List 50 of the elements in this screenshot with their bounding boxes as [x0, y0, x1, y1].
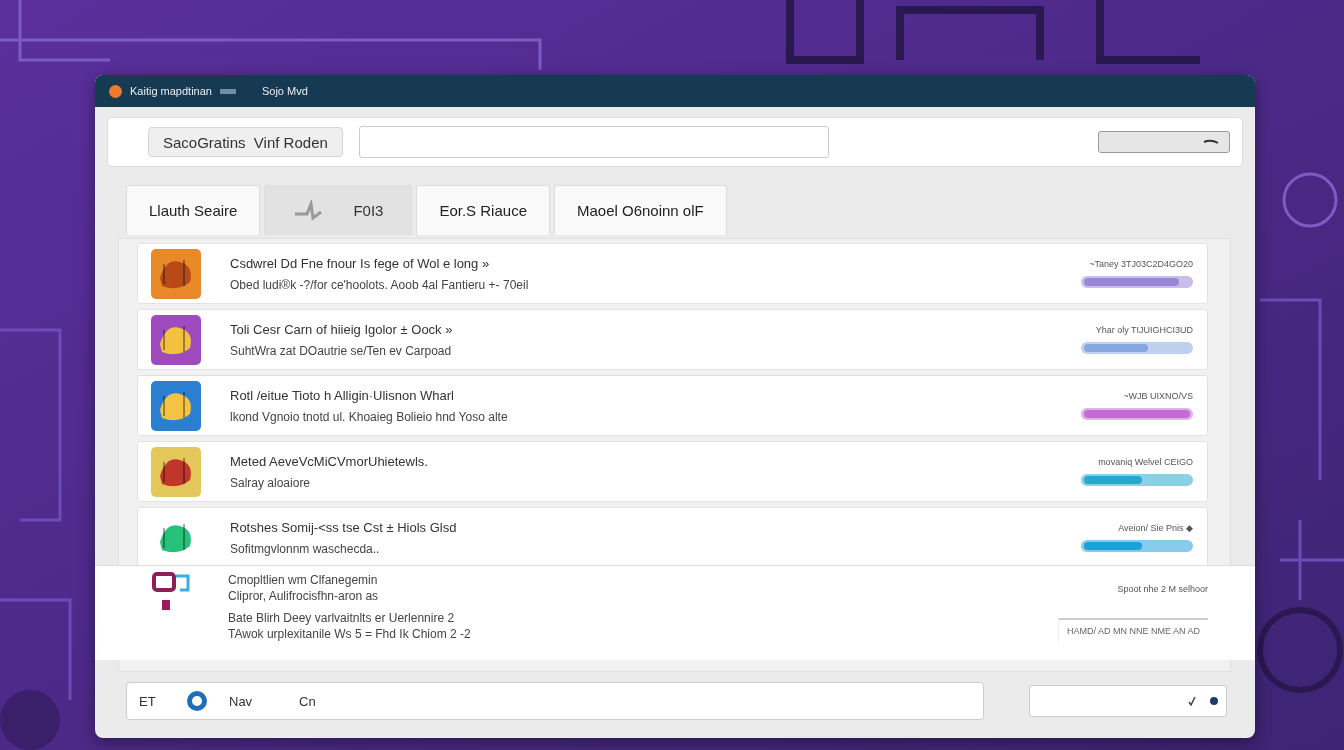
field-label: ET	[139, 693, 157, 709]
item-subtitle: lkond Vgnoio tnotd ul. Khoaieg Bolieio hnd Yoso alte	[230, 409, 509, 424]
status-text: Aveion/ Sie Pnis ◆	[1118, 523, 1193, 533]
item-subtitle: Clipror, Aulifrocisfhn-aron as	[228, 589, 380, 603]
item-subtitle: SuhtWra zat DOautrie se/Ten ev Carpoad	[230, 343, 453, 358]
select-field[interactable]	[1029, 685, 1227, 717]
radio-label[interactable]: Nav	[229, 693, 299, 709]
search-field[interactable]	[358, 126, 829, 158]
app-icon	[150, 247, 202, 300]
status-text: ~Taney 3TJ03C2D4GO20	[1089, 259, 1193, 269]
list-row[interactable]: Meted AeveVcMiCVmorUhietewls. Salray aloaiore movaniq Welvel CEIGO	[137, 441, 1208, 502]
note-text: HAMD/ AD MN NNE NME AN AD	[1058, 618, 1208, 642]
list-row[interactable]: Rotshes Somij-<ss tse Cst ± Hiols Glsd Sofitmgvlonnm waschecda.. Aveion/ Sie Pnis ◆	[137, 507, 1208, 568]
item-subtitle: Obed ludi®k -?/for ce'hoolots. Aoob 4al Fantieru +- 70eil	[230, 277, 530, 292]
tab[interactable]: F0I3	[264, 185, 413, 235]
status-text: movaniq Welvel CEIGO	[1098, 457, 1193, 467]
toolbar-button[interactable]: SacoGratins Vinf Roden	[148, 127, 343, 157]
list-row[interactable]: Toli Cesr Carn of hiieig Igolor ± Oock » SuhtWra zat DOautrie se/Ten ev Carpoad Yhar oly TIJUIGHCI3UD	[137, 309, 1208, 370]
app-icon	[150, 313, 202, 366]
item-title: Cmopltlien wm Clfanegemin	[228, 573, 379, 587]
caret-icon	[1203, 139, 1219, 145]
app-icon	[109, 84, 122, 98]
status-text: ~WJB UIXNO/VS	[1123, 391, 1193, 401]
status-text: Yhar oly TIJUIGHCI3UD	[1095, 325, 1193, 335]
item-title: Bate Blirh Deey varlvaitnlts er Uerlennire 2	[228, 611, 456, 625]
dot-icon	[1210, 697, 1218, 705]
status-text: Spoot nhe 2 M selhoor	[1117, 584, 1208, 594]
link[interactable]: Cn	[299, 693, 316, 709]
footer-field[interactable]: ET Nav Cn	[126, 682, 984, 720]
app-icon	[150, 379, 202, 432]
item-title: Rotshes Somij-<ss tse Cst ± Hiols Glsd	[230, 519, 458, 535]
bar-icon	[219, 88, 236, 94]
item-title: Meted AeveVcMiCVmorUhietewls.	[230, 453, 429, 469]
tab[interactable]: Maoel O6noinn olF	[553, 185, 727, 235]
dropdown[interactable]	[1098, 131, 1230, 153]
item-title: Rotl /eitue Tioto h Alligin·Ulisnon Wharl	[230, 387, 455, 403]
item-subtitle: TAwok urplexitanile Ws 5 = Fhd Ik Chiom 2 -2	[228, 627, 472, 641]
item-subtitle: Sofitmgvlonnm waschecda..	[230, 541, 381, 556]
window-title: Kaitig mapdtinan	[130, 85, 212, 97]
menu-item[interactable]: Sojo Mvd	[261, 85, 308, 97]
list-row[interactable]: Rotl /eitue Tioto h Alligin·Ulisnon Wharl lkond Vgnoio tnotd ul. Khoaieg Bolieio hnd Yoso alte ~WJB UIXNO/VS	[137, 375, 1208, 436]
item-subtitle: Salray aloaiore	[230, 475, 312, 490]
check-icon	[1188, 696, 1196, 706]
item-title: Toli Cesr Carn of hiieig Igolor ± Oock »	[230, 321, 454, 337]
tab[interactable]: Llauth Seaire	[126, 185, 261, 235]
radio-button[interactable]	[187, 691, 207, 711]
item-title: Csdwrel Dd Fne fnour Is fege of Wol e long »	[230, 255, 491, 271]
tab[interactable]: Eor.S Riauce	[416, 185, 550, 235]
app-icon	[150, 445, 202, 498]
list-row[interactable]: Csdwrel Dd Fne fnour Is fege of Wol e long » Obed ludi®k -?/for ce'hoolots. Aoob 4al Fantieru +- 70eil ~Taney 3TJ03C2D4GO20	[137, 243, 1208, 304]
